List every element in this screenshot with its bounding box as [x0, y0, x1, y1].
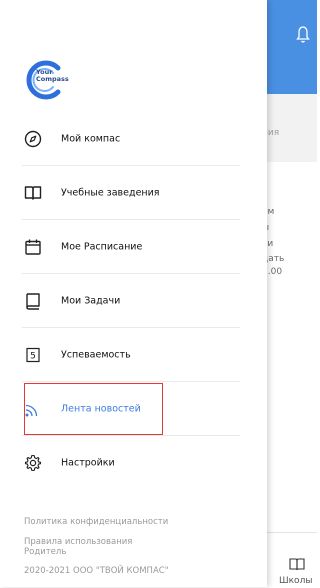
- logo-text: Your Compass: [36, 69, 69, 83]
- compass-icon: [24, 130, 42, 148]
- gear-icon: [24, 454, 42, 472]
- menu-item-label: Мое Расписание: [61, 241, 143, 253]
- terms-of-use-link[interactable]: Правила использования Родитель: [24, 537, 132, 557]
- book-icon: [24, 186, 42, 200]
- calendar-icon: [25, 239, 41, 255]
- copyright-text: 2020-2021 ООО "ТВОЙ КОМПАС": [24, 566, 169, 576]
- terms-line-2: Родитель: [24, 547, 67, 557]
- menu-item-schedule[interactable]: Мое Расписание: [22, 220, 240, 274]
- terms-line-1: Правила использования: [24, 537, 133, 547]
- app-header: [267, 0, 317, 94]
- your-compass-logo: Your Compass: [24, 59, 69, 101]
- logo-line-2: Compass: [36, 75, 69, 83]
- menu-item-label: Успеваемость: [61, 349, 131, 361]
- menu-item-schools[interactable]: Учебные заведения: [22, 166, 240, 220]
- privacy-policy-link[interactable]: Политика конфиденциальности: [24, 517, 168, 527]
- book-icon[interactable]: [289, 558, 305, 571]
- menu-item-my-compass[interactable]: Мой компас: [22, 112, 240, 166]
- selection-highlight-box: [24, 383, 163, 435]
- bell-icon[interactable]: [296, 24, 310, 46]
- content-card: [267, 162, 317, 532]
- task-book-icon: [26, 293, 40, 310]
- menu-item-label: Мои Задачи: [61, 295, 121, 307]
- menu-item-label: Настройки: [61, 457, 115, 469]
- menu-item-label: Мой компас: [61, 133, 121, 145]
- menu-item-tasks[interactable]: Мои Задачи: [22, 274, 240, 328]
- menu-item-progress[interactable]: 5 Успеваемость: [22, 328, 240, 382]
- grade-icon: 5: [26, 347, 40, 363]
- navigation-drawer: Your Compass Мой компас Учебные заведени…: [0, 0, 267, 587]
- svg-text:5: 5: [30, 352, 36, 362]
- menu-item-settings[interactable]: Настройки: [22, 436, 240, 490]
- tab-schools-label[interactable]: Школы: [279, 576, 312, 586]
- menu-item-label: Учебные заведения: [61, 187, 160, 199]
